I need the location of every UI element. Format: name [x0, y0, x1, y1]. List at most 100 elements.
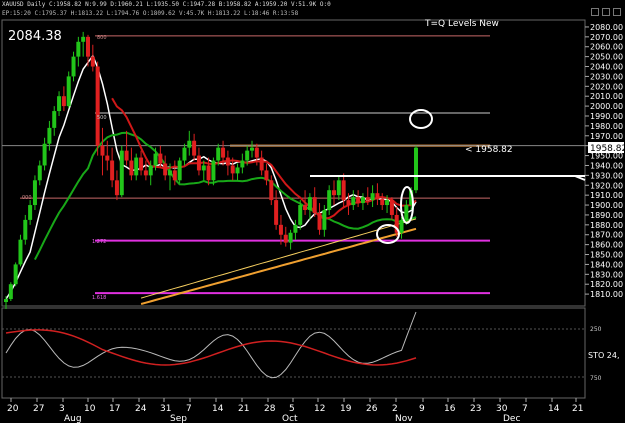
candle-body [8, 284, 13, 300]
time-tick-label: 17 [109, 404, 120, 414]
month-label: Nov [395, 414, 413, 423]
candle-body [105, 155, 110, 161]
candle-body [385, 200, 390, 206]
candle-body [13, 264, 18, 285]
candle-body [245, 150, 250, 161]
candle-body [288, 232, 293, 243]
candle-body [307, 197, 312, 210]
candle-body [66, 76, 71, 107]
candle-body [124, 150, 129, 161]
candle-body [37, 165, 42, 181]
price-tick-label: 1820.00 [590, 280, 623, 289]
time-tick-label: 28 [264, 404, 276, 414]
candle-body [134, 157, 139, 176]
price-tick-label: 1860.00 [590, 241, 623, 250]
price-tick-label: 2020.00 [590, 82, 623, 91]
oscillator-frame [1, 307, 586, 399]
candle-body [71, 56, 76, 77]
candle-body [259, 157, 264, 171]
candle-body [283, 234, 288, 243]
fib-label-800: 800 [97, 35, 107, 41]
price-tick-label: 2040.00 [590, 63, 623, 72]
price-tick-label: 1870.00 [590, 231, 623, 240]
time-tick-label: 14 [548, 404, 560, 414]
time-tick-label: 7 [186, 404, 192, 414]
time-tick-label: 24 [135, 404, 147, 414]
price-tick-label: 1970.00 [590, 132, 623, 141]
candle-body [264, 170, 269, 181]
time-tick-label: 21 [238, 404, 249, 414]
time-tick-label: 7 [522, 404, 528, 414]
time-tick-label: 9 [419, 404, 425, 414]
month-label: Aug [64, 414, 82, 423]
time-tick-label: 12 [314, 404, 325, 414]
candle-body [42, 143, 47, 166]
current-price-text: 1958.82 [590, 144, 625, 154]
candle-body [235, 167, 240, 174]
candle-body [327, 190, 332, 210]
candle-body [317, 212, 322, 230]
time-tick-label: 14 [212, 404, 224, 414]
time-tick-label: 31 [160, 404, 171, 414]
candle-body [201, 165, 206, 171]
candle-body [90, 56, 95, 67]
candle-body [18, 239, 23, 265]
candle-body [187, 140, 192, 148]
candle-body [380, 199, 385, 206]
fib-label-1618: 1.618 [92, 295, 106, 301]
candle-body [254, 147, 259, 158]
time-tick-label: 5 [289, 404, 295, 414]
candle-body [206, 165, 211, 181]
time-tick-label: 26 [366, 404, 378, 414]
time-tick-label: 10 [84, 404, 96, 414]
month-label: Oct [282, 414, 298, 423]
sto-level-750: 750 [590, 375, 602, 382]
candle-body [346, 200, 351, 206]
price-tick-label: 2000.00 [590, 102, 623, 111]
candle-body [153, 153, 158, 166]
time-tick-label: 27 [33, 404, 44, 414]
price-tick-label: 1810.00 [590, 290, 623, 299]
candle-body [211, 160, 216, 181]
month-label: Dec [503, 414, 520, 423]
candle-body [95, 66, 100, 146]
price-tick-label: 2070.00 [590, 33, 623, 42]
price-tick-label: 2050.00 [590, 53, 623, 62]
candle-body [168, 170, 172, 176]
candle-body [110, 160, 115, 181]
ma-yellow-line [140, 218, 417, 299]
candle-body [221, 147, 226, 158]
candle-body [360, 197, 365, 204]
candle-body [177, 160, 182, 181]
price-tick-label: 1900.00 [590, 201, 623, 210]
candle-body [312, 197, 317, 213]
candle-body [100, 145, 105, 156]
price-chart[interactable]: 2080.002070.002060.002050.002040.002030.… [0, 0, 625, 423]
fib-label-500: 500 [97, 115, 107, 121]
time-tick-label: 30 [496, 404, 508, 414]
candle-body [230, 165, 235, 174]
candle-body [293, 224, 298, 233]
candle-body [399, 219, 404, 233]
chart-top-value: 2084.38 [8, 29, 62, 44]
candle-body [269, 180, 274, 201]
candle-body [23, 219, 28, 240]
candle-body [129, 160, 134, 176]
time-tick-label: 3 [59, 404, 65, 414]
price-tick-label: 2030.00 [590, 72, 623, 81]
candle-body [225, 157, 230, 166]
time-tick-label: 20 [7, 404, 19, 414]
price-tick-label: 1920.00 [590, 181, 623, 190]
candle-body [341, 180, 346, 201]
time-tick-label: 2 [392, 404, 398, 414]
price-tick-label: 2080.00 [590, 23, 623, 32]
candle-body [52, 111, 57, 128]
candle-body [274, 200, 279, 225]
candle-body [143, 170, 148, 176]
candle-body [114, 180, 119, 196]
candle-body [351, 197, 356, 206]
candle-body [57, 96, 62, 112]
sto-k-line [5, 311, 417, 379]
candle-body [172, 170, 177, 181]
time-tick-label: 21 [572, 404, 583, 414]
